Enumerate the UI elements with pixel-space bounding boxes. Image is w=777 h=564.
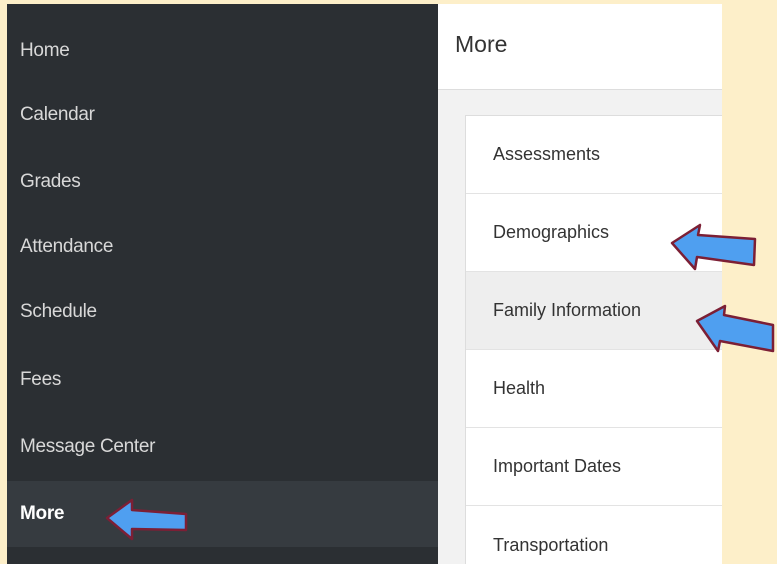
list-item-label: Demographics (493, 222, 610, 242)
sidebar-item-label: Schedule (20, 301, 97, 322)
list-item-label: Family Information (493, 300, 642, 320)
sidebar-item-home[interactable]: Home (7, 18, 438, 84)
sidebar-item-label: Home (20, 40, 70, 61)
list-item-health[interactable]: Health (466, 350, 722, 428)
page-header: More (438, 4, 722, 90)
sidebar-nav: Home Calendar Grades Attendance Schedule… (7, 4, 438, 564)
arrow-to-more-icon (105, 498, 188, 541)
sidebar-item-more[interactable]: More (7, 481, 438, 547)
list-item-important-dates[interactable]: Important Dates (466, 428, 722, 506)
sidebar-item-label: Attendance (20, 236, 114, 257)
sidebar-item-label: Message Center (20, 436, 156, 457)
arrow-to-demographics-icon (670, 223, 757, 271)
list-item-assessments[interactable]: Assessments (466, 116, 722, 194)
sidebar-item-calendar[interactable]: Calendar (7, 82, 438, 148)
sidebar-item-schedule[interactable]: Schedule (7, 279, 438, 345)
sidebar-item-label: Calendar (20, 104, 95, 125)
list-item-label: Health (493, 378, 546, 398)
list-item-label: Important Dates (493, 456, 622, 476)
list-item-label: Transportation (493, 534, 609, 555)
sidebar-item-label: Fees (20, 369, 62, 390)
sidebar-item-grades[interactable]: Grades (7, 149, 438, 215)
sidebar-item-message-center[interactable]: Message Center (7, 414, 438, 480)
main-content: More Assessments Demographics Family Inf… (438, 4, 722, 564)
more-list: Assessments Demographics Family Informat… (465, 115, 722, 564)
list-item-label: Assessments (493, 144, 601, 164)
sidebar-item-label: Grades (20, 171, 81, 192)
arrow-to-family-information-icon (695, 304, 775, 353)
list-item-transportation[interactable]: Transportation (466, 506, 722, 564)
sidebar-item-attendance[interactable]: Attendance (7, 214, 438, 280)
page-title: More (455, 31, 508, 57)
sidebar-item-label: More (20, 503, 65, 524)
sidebar-item-fees[interactable]: Fees (7, 347, 438, 413)
app-window: Home Calendar Grades Attendance Schedule… (7, 4, 722, 564)
list-item-family-information[interactable]: Family Information (466, 272, 722, 350)
